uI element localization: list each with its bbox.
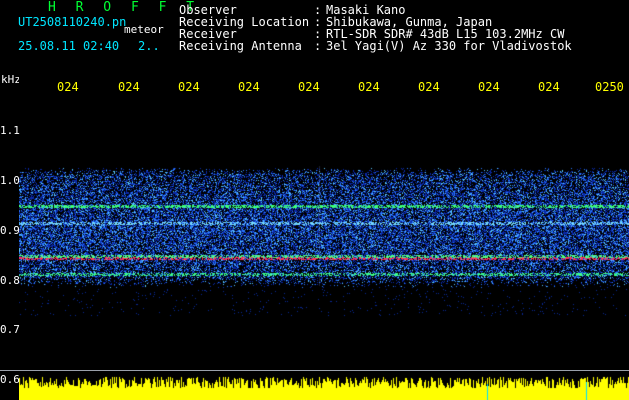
x-tick-label: 024 — [57, 80, 79, 94]
brand-title: H R O F F T — [48, 0, 201, 15]
x-tick-label: 0250 — [595, 80, 624, 94]
spectrogram-canvas — [19, 76, 629, 400]
x-tick-label: 024 — [298, 80, 320, 94]
file-name: UT2508110240.pn — [18, 15, 127, 29]
y-tick-label: 0.9 — [0, 224, 20, 237]
y-tick-label: 1.0 — [0, 174, 20, 187]
khz-unit-label: kHz — [1, 73, 21, 86]
x-tick-label: 024 — [418, 80, 440, 94]
antenna-value: 3el Yagi(V) Az 330 for Vladivostok — [326, 39, 572, 53]
x-tick-label: 024 — [178, 80, 200, 94]
y-tick-label: 0.6 — [0, 373, 20, 386]
x-tick-label: 024 — [478, 80, 500, 94]
x-tick-label: 024 — [118, 80, 140, 94]
antenna-sep: : — [314, 39, 322, 53]
meteor-label: meteor — [124, 23, 164, 36]
y-tick-label: 0.8 — [0, 274, 20, 287]
x-tick-label: 024 — [358, 80, 380, 94]
x-tick-label: 024 — [538, 80, 560, 94]
antenna-label: Receiving Antenna — [179, 39, 302, 53]
extra-info: 2.. — [138, 39, 160, 53]
x-tick-label: 024 — [238, 80, 260, 94]
observation-datetime: 25.08.11 02:40 — [18, 39, 120, 53]
baseline-rule — [0, 370, 629, 371]
y-tick-label: 0.7 — [0, 323, 20, 336]
y-tick-label: 1.1 — [0, 124, 20, 137]
